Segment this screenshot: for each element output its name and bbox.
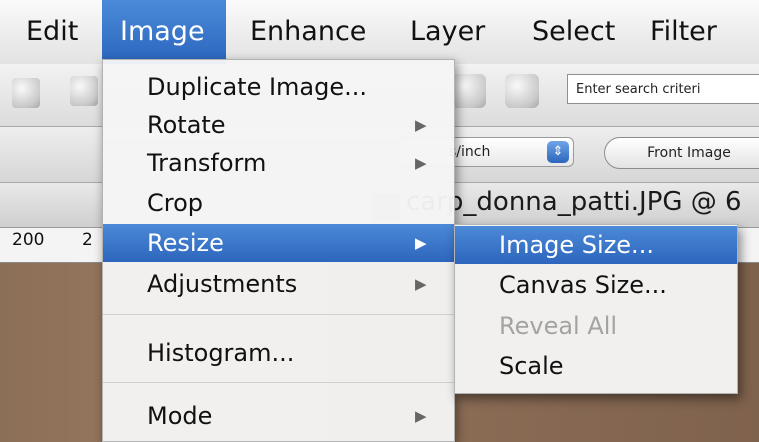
- document-title: carp_donna_patti.JPG @ 6: [406, 187, 742, 217]
- menu-edit[interactable]: Edit: [26, 0, 78, 64]
- print-icon[interactable]: [70, 76, 98, 106]
- submenu-item-scale[interactable]: Scale: [455, 347, 737, 385]
- submenu-arrow-icon: ▶: [415, 116, 427, 134]
- menu-item-adjustments[interactable]: Adjustments ▶: [103, 265, 454, 303]
- menu-item-label: Adjustments: [147, 270, 298, 298]
- submenu-arrow-icon: ▶: [415, 234, 427, 252]
- menu-item-label: Mode: [147, 402, 213, 430]
- menu-image[interactable]: Image: [102, 0, 226, 64]
- resize-submenu: Image Size... Canvas Size... Reveal All …: [454, 224, 738, 394]
- menu-bar: Edit Image Enhance Layer Select Filter: [0, 0, 759, 65]
- menu-item-label: Rotate: [147, 111, 226, 139]
- menu-item-label: Histogram...: [147, 339, 295, 367]
- submenu-arrow-icon: ▶: [415, 407, 427, 425]
- menu-filter[interactable]: Filter: [650, 0, 717, 64]
- submenu-arrow-icon: ▶: [415, 275, 427, 293]
- resolution-units-value: s/inch: [449, 144, 491, 160]
- menu-enhance[interactable]: Enhance: [250, 0, 366, 64]
- submenu-item-label: Scale: [499, 352, 564, 380]
- menu-select[interactable]: Select: [532, 0, 615, 64]
- menu-item-label: Transform: [147, 149, 267, 177]
- front-image-button[interactable]: Front Image: [604, 137, 759, 169]
- menu-item-label: Resize: [147, 229, 224, 257]
- brush-tool-icon[interactable]: [452, 74, 486, 108]
- submenu-item-label: Image Size...: [499, 231, 654, 259]
- ruler-label-200: 200: [12, 230, 45, 250]
- image-menu-dropdown: Duplicate Image... Rotate ▶ Transform ▶ …: [102, 59, 455, 442]
- submenu-item-canvas-size[interactable]: Canvas Size...: [455, 266, 737, 304]
- menu-item-label: Duplicate Image...: [147, 73, 368, 101]
- submenu-item-label: Reveal All: [499, 312, 618, 340]
- menu-item-duplicate-image[interactable]: Duplicate Image...: [103, 68, 454, 106]
- menu-layer[interactable]: Layer: [410, 0, 485, 64]
- color-balls-icon[interactable]: [505, 74, 539, 108]
- menu-item-resize[interactable]: Resize ▶: [103, 224, 454, 262]
- submenu-arrow-icon: ▶: [415, 154, 427, 172]
- app-screen: Edit Image Enhance Layer Select Filter E…: [0, 0, 759, 442]
- submenu-item-label: Canvas Size...: [499, 271, 667, 299]
- menu-item-rotate[interactable]: Rotate ▶: [103, 106, 454, 144]
- menu-item-transform[interactable]: Transform ▶: [103, 144, 454, 182]
- menu-separator: [103, 382, 454, 383]
- menu-item-label: Crop: [147, 189, 204, 217]
- menu-item-mode[interactable]: Mode ▶: [103, 397, 454, 435]
- menu-item-crop[interactable]: Crop: [103, 184, 454, 222]
- search-input[interactable]: Enter search criteri: [567, 74, 759, 104]
- ruler-label-2: 2: [82, 230, 93, 250]
- submenu-item-reveal-all: Reveal All: [455, 307, 737, 345]
- menu-item-histogram[interactable]: Histogram...: [103, 334, 454, 372]
- menu-separator: [103, 314, 454, 315]
- submenu-item-image-size[interactable]: Image Size...: [455, 226, 737, 264]
- select-stepper-icon: ⇕: [547, 141, 569, 163]
- pdf-icon[interactable]: [12, 78, 40, 108]
